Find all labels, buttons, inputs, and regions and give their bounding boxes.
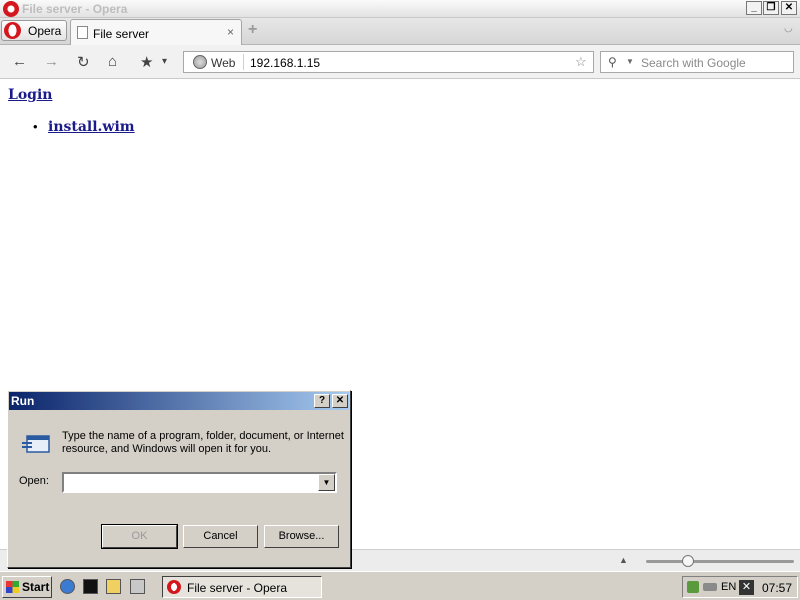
taskbar: Start File server - Opera EN ✕ 07:57 [0,571,800,600]
tab-label: File server [93,27,150,41]
taskbar-item-opera[interactable]: File server - Opera [162,576,322,598]
page-icon [77,26,88,39]
home-button[interactable]: ⌂ [108,53,117,70]
network-icon[interactable] [687,581,699,593]
clock: 07:57 [762,581,793,595]
address-field[interactable]: Web 192.168.1.15 ☆ [183,51,594,73]
tab-bar: Opera File server × + ◡ [0,18,800,46]
opera-logo-icon [4,22,21,39]
address-prefix: Web [211,56,236,70]
run-dialog-message: Type the name of a program, folder, docu… [62,430,344,455]
internet-explorer-icon[interactable] [60,579,75,594]
navigation-bar: ← → ↻ ⌂ ★ ▾ Web 192.168.1.15 ☆ ⚲ ▼ Searc… [0,45,800,79]
run-dialog: Run ? ✕ Type the name of a program, fold… [7,390,351,568]
ok-button[interactable]: OK [101,524,178,549]
opera-menu-button[interactable]: Opera [1,20,67,41]
opera-app-icon [3,1,19,17]
tab-menu-icon[interactable]: ◡ [784,23,793,34]
minimize-button[interactable]: _ [746,1,762,15]
search-icon: ⚲ [608,55,617,69]
reload-button[interactable]: ↻ [77,53,90,71]
panel-toggle-icon[interactable]: ▲ [619,555,628,565]
tab-file-server[interactable]: File server × [70,19,242,46]
restore-button[interactable]: ❐ [763,1,779,15]
cancel-button[interactable]: Cancel [183,525,258,548]
help-button[interactable]: ? [314,394,330,408]
opera-icon [167,580,181,594]
open-dropdown-button[interactable]: ▼ [318,474,335,491]
back-button[interactable]: ← [12,53,27,70]
run-dialog-title-bar[interactable]: Run ? ✕ [9,392,349,410]
open-combobox[interactable]: ▼ [62,472,337,493]
globe-icon [193,55,207,69]
search-engine-caret-icon[interactable]: ▼ [626,57,634,66]
zoom-slider-thumb[interactable] [682,555,694,567]
search-field[interactable]: ⚲ ▼ Search with Google [600,51,794,73]
folder-icon[interactable] [106,579,121,594]
taskbar-item-label: File server - Opera [187,581,288,595]
drive-icon[interactable] [703,583,717,591]
start-button[interactable]: Start [2,576,52,598]
window-title-bar[interactable]: File server - Opera _ ❐ ✕ [0,0,800,18]
windows-logo-icon [6,581,19,593]
close-tab-icon[interactable]: × [227,25,234,39]
system-tray: EN ✕ 07:57 [682,576,798,598]
close-dialog-button[interactable]: ✕ [332,394,348,408]
zoom-slider[interactable] [646,555,794,567]
bookmark-star-icon[interactable]: ☆ [575,54,587,70]
run-dialog-title: Run [11,394,35,408]
start-label: Start [22,580,50,594]
tray-x-icon[interactable]: ✕ [739,580,754,595]
file-link-install-wim[interactable]: install.wim [48,119,135,135]
window-title: File server - Opera [22,2,128,16]
address-url[interactable]: 192.168.1.15 [250,56,320,70]
browse-button[interactable]: Browse... [264,525,339,548]
open-label: Open: [19,475,49,487]
bookmarks-button[interactable]: ★ [140,53,153,71]
run-program-icon [22,435,50,453]
bookmarks-caret-icon[interactable]: ▾ [162,56,167,67]
new-tab-button[interactable]: + [248,21,257,39]
search-placeholder[interactable]: Search with Google [641,56,746,70]
open-input[interactable] [64,474,318,491]
language-indicator[interactable]: EN [721,581,736,593]
close-window-button[interactable]: ✕ [781,1,797,15]
show-desktop-icon[interactable] [130,579,145,594]
address-divider [243,54,244,70]
command-prompt-icon[interactable] [83,579,98,594]
forward-button[interactable]: → [44,53,59,70]
login-link[interactable]: Login [8,87,52,103]
list-bullet: • [33,119,38,134]
opera-menu-label: Opera [28,24,62,38]
